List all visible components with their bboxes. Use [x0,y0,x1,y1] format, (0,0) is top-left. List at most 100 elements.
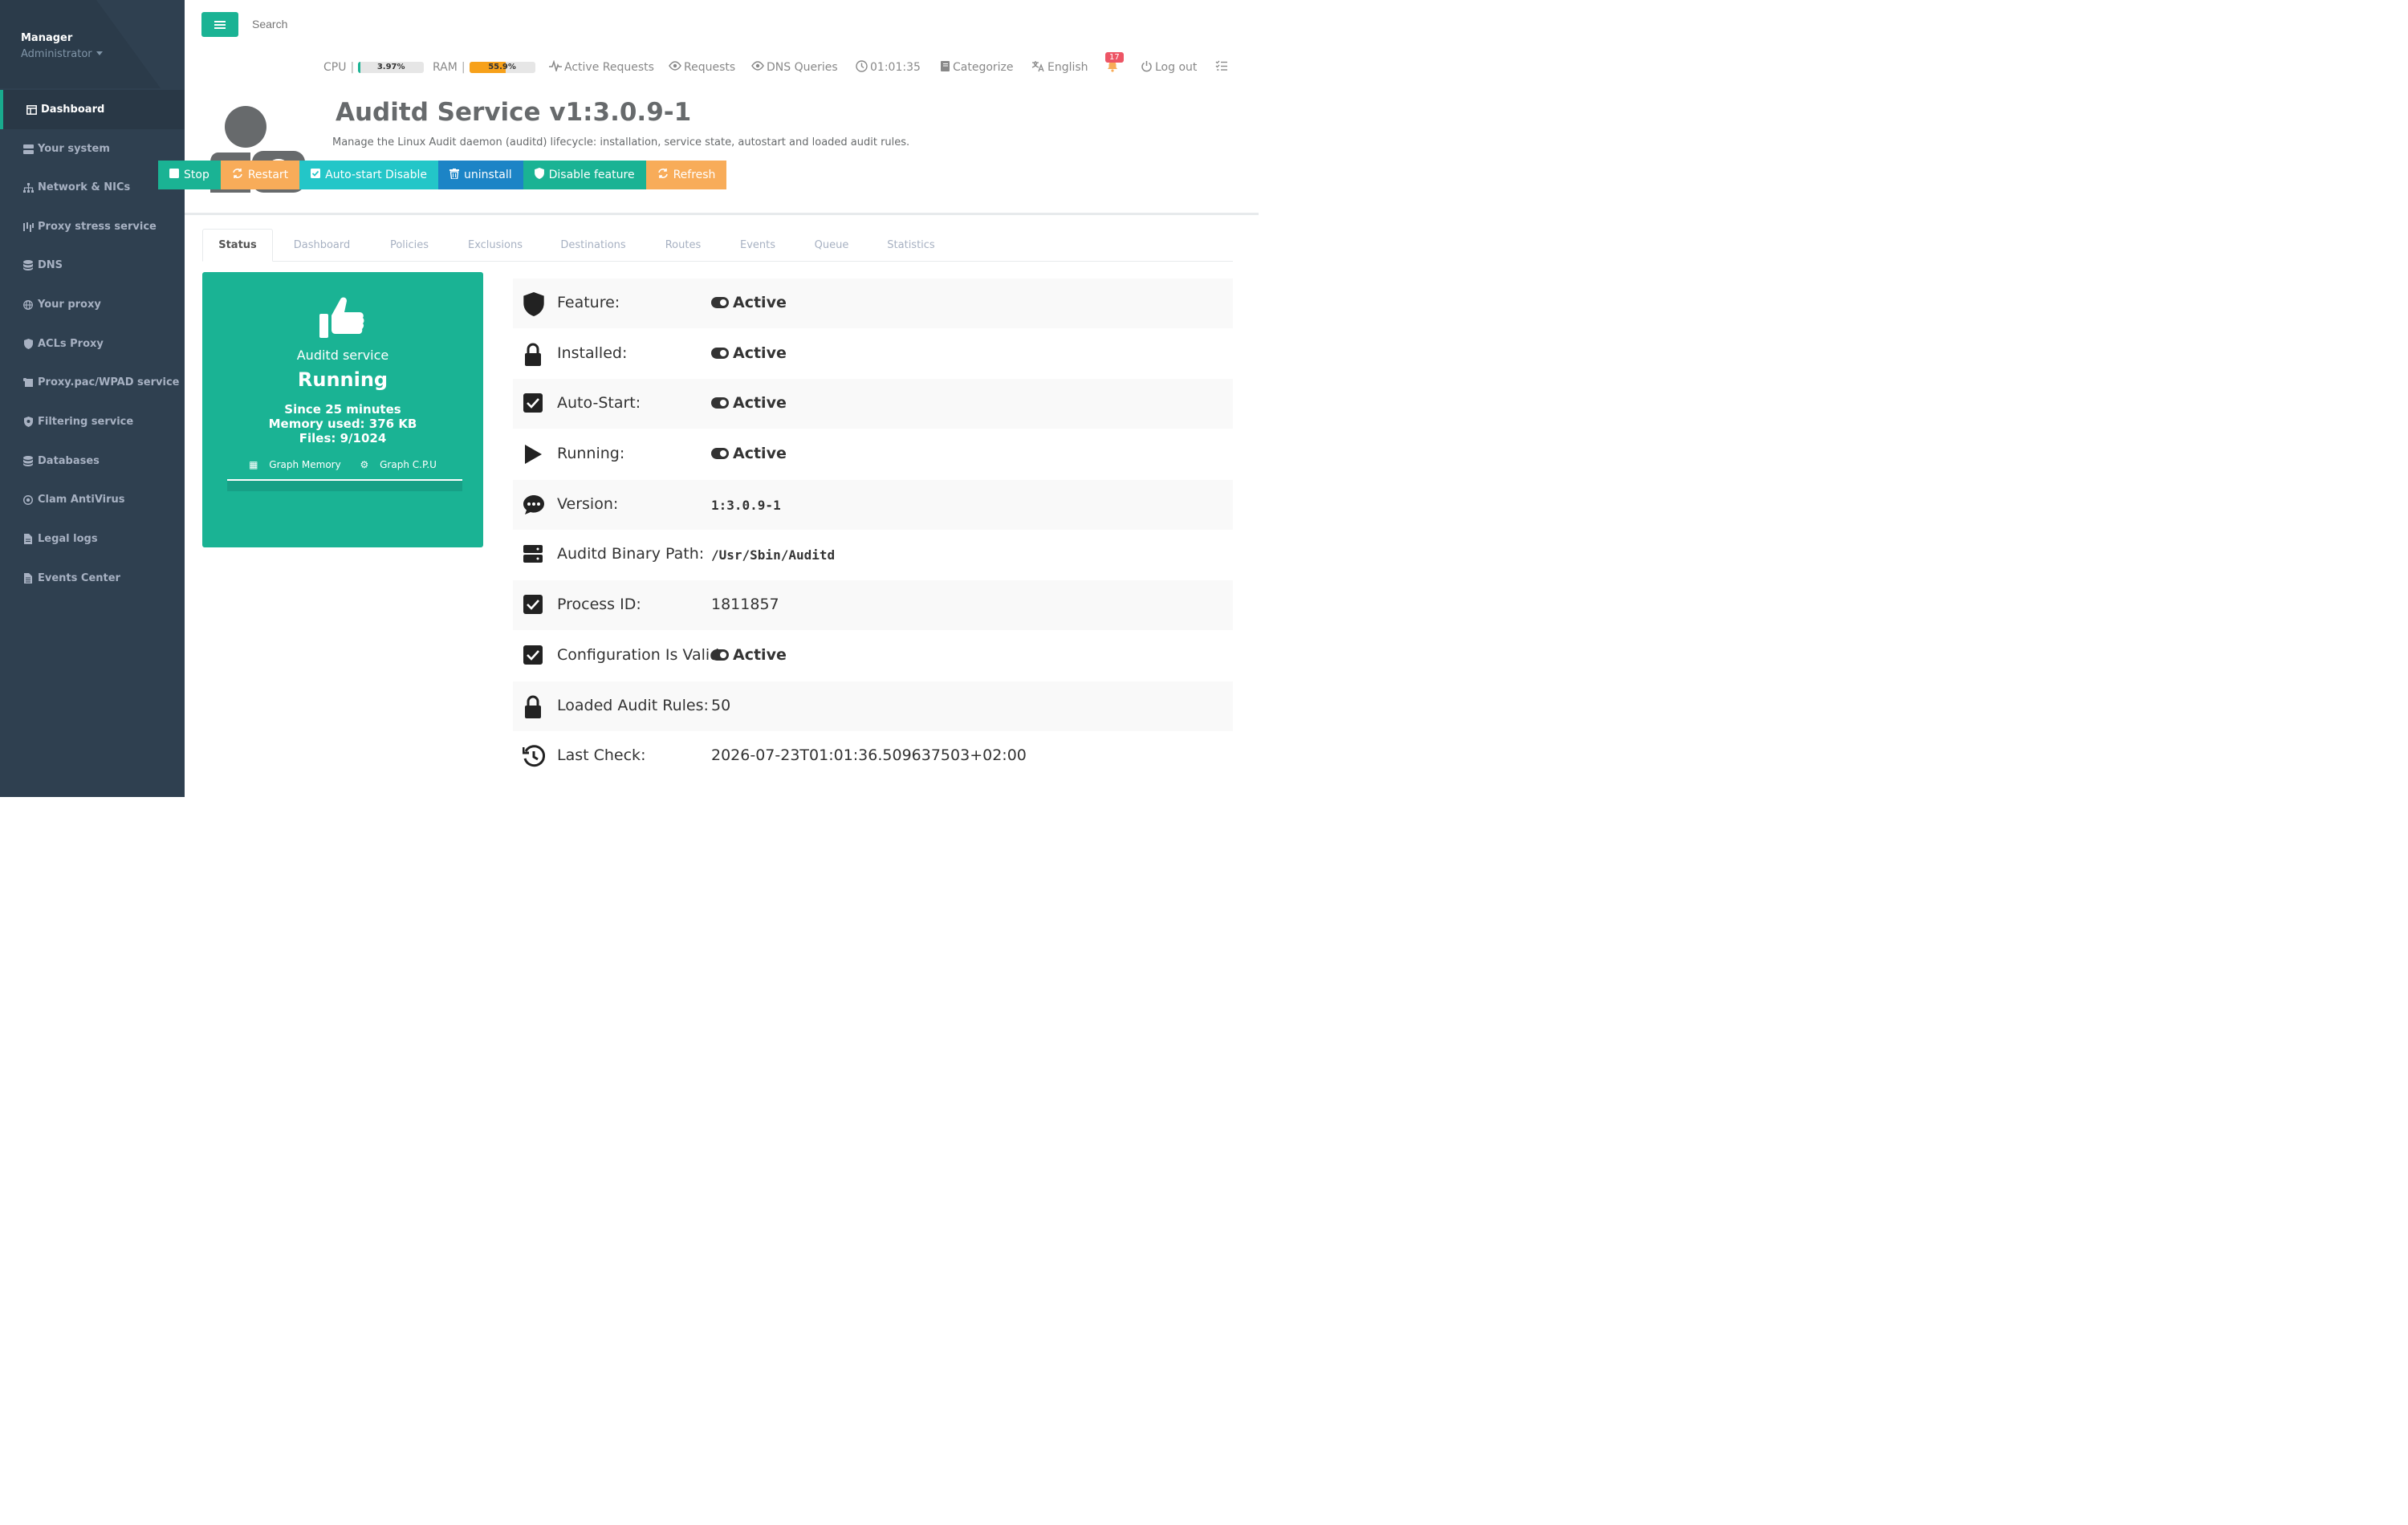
dashboard-icon [26,104,37,116]
sidebar-item-clam-antivirus[interactable]: Clam AntiVirus [0,480,185,519]
graph-cpu-link[interactable]: ⚙ Graph C.P.U [356,459,441,470]
service-status-card: Auditd service Running Since 25 minutes … [202,272,483,547]
eye-icon [669,61,681,74]
active-requests-label: Active Requests [564,61,654,74]
service-files: Files: 9/1024 [299,431,387,445]
tab-destinations[interactable]: Destinations [549,229,637,262]
globe-icon [22,299,34,311]
graph-links: ▦ Graph Memory ⚙ Graph C.P.U [202,459,483,470]
autostart-disable-button[interactable]: Auto-start Disable [299,161,438,189]
graph-cpu-label: Graph C.P.U [380,459,437,470]
eye-icon [751,61,764,74]
info-value: Active [711,394,787,412]
ram-indicator: RAM | 55.9% [433,58,535,77]
language-icon [1031,60,1045,75]
toggle-on-icon [711,348,729,359]
sidebar: Manager Administrator Dashboard Your sys… [0,0,185,797]
toggle-on-icon [711,397,729,409]
info-value: 1811857 [711,596,779,613]
info-label: Auto-Start: [557,394,641,412]
restart-button[interactable]: Restart [220,161,300,189]
info-value: /Usr/Sbin/Auditd [711,547,836,563]
sidebar-item-proxy-pac[interactable]: Proxy.pac/WPAD service [0,363,185,402]
book-icon [940,60,950,75]
uninstall-button[interactable]: uninstall [437,161,523,189]
refresh-button[interactable]: Refresh [645,161,727,189]
list-check-icon [1215,60,1228,75]
graph-memory-link[interactable]: ▦ Graph Memory [245,459,345,470]
sidebar-item-dashboard[interactable]: Dashboard [0,90,185,129]
clock-value: 01:01:35 [870,61,921,74]
cpu-icon: ⚙ [360,459,369,470]
sidebar-item-label: Events Center [38,572,120,584]
info-row-process-id: Process ID: 1811857 [513,580,1233,630]
sidebar-item-your-system[interactable]: Your system [0,129,185,169]
logout-button[interactable]: Log out [1141,58,1197,77]
toggle-on-icon [711,649,729,661]
info-row-binary-path: Auditd Binary Path: /Usr/Sbin/Auditd [513,530,1233,580]
cpu-meter: 3.97% [358,62,425,73]
tasks-menu-button[interactable] [1215,58,1230,77]
sidebar-item-network[interactable]: Network & NICs [0,168,185,207]
tab-statistics[interactable]: Statistics [877,229,946,262]
sidebar-item-events-center[interactable]: Events Center [0,559,185,598]
categorize-link[interactable]: Categorize [940,58,1014,77]
tab-policies[interactable]: Policies [371,229,448,262]
notification-count-badge: 17 [1105,52,1124,63]
info-value: Active [711,294,787,311]
service-name: Auditd service [296,348,389,363]
search-input[interactable] [252,18,413,31]
language-selector[interactable]: English [1031,58,1088,77]
tab-queue[interactable]: Queue [803,229,860,262]
sidebar-item-label: Proxy stress service [38,221,157,233]
info-label: Installed: [557,344,628,362]
tab-exclusions[interactable]: Exclusions [457,229,534,262]
info-label: Running: [557,445,625,462]
tab-routes[interactable]: Routes [654,229,712,262]
ram-meter: 55.9% [469,62,535,73]
info-value: 1:3.0.9-1 [711,498,781,513]
info-label: Feature: [557,294,620,311]
tab-status[interactable]: Status [202,229,273,262]
info-row-last-check: Last Check: 2026-07-23T01:01:36.50963750… [513,731,1233,781]
sidebar-item-your-proxy[interactable]: Your proxy [0,285,185,324]
disable-feature-button[interactable]: Disable feature [523,161,646,189]
menu-toggle-button[interactable] [201,12,238,37]
sidebar-item-label: Dashboard [41,104,105,116]
sidebar-item-proxy-stress[interactable]: Proxy stress service [0,207,185,246]
cpu-value: 3.97% [376,63,405,71]
sidebar-item-label: Proxy.pac/WPAD service [38,376,180,388]
requests-link[interactable]: Requests [669,58,735,77]
active-requests-link[interactable]: Active Requests [549,58,654,77]
profile-header: Manager Administrator [0,0,185,88]
header-divider [185,213,1259,215]
info-row-autostart: Auto-Start: Active [513,379,1233,429]
refresh-icon [657,168,669,182]
info-label: Loaded Audit Rules: [557,697,709,714]
info-label: Process ID: [557,596,641,613]
memory-icon: ▦ [249,459,258,470]
dns-queries-link[interactable]: DNS Queries [751,58,838,77]
play-icon [523,443,547,467]
sidebar-item-label: Databases [38,455,100,467]
sidebar-item-label: Your proxy [38,299,101,311]
stop-button[interactable]: Stop [158,161,221,189]
tab-events[interactable]: Events [729,229,787,262]
cpu-label: CPU [323,61,347,74]
sidebar-item-legal-logs[interactable]: Legal logs [0,519,185,559]
info-value-text: Active [733,445,787,462]
sidebar-item-databases[interactable]: Databases [0,441,185,481]
categorize-label: Categorize [953,61,1014,74]
checkbox-icon [523,392,547,417]
profile-background [0,0,161,88]
sidebar-item-dns[interactable]: DNS [0,246,185,285]
sidebar-item-acls-proxy[interactable]: ACLs Proxy [0,324,185,364]
profile-name: Manager [21,32,73,44]
profile-role-dropdown[interactable]: Administrator [21,48,103,60]
tab-dashboard[interactable]: Dashboard [282,229,362,262]
clock-history-icon [522,745,547,769]
sidebar-item-filtering[interactable]: Filtering service [0,402,185,441]
shield-virus-icon [22,417,34,428]
toggle-on-icon [711,448,729,459]
file-icon [22,534,34,545]
